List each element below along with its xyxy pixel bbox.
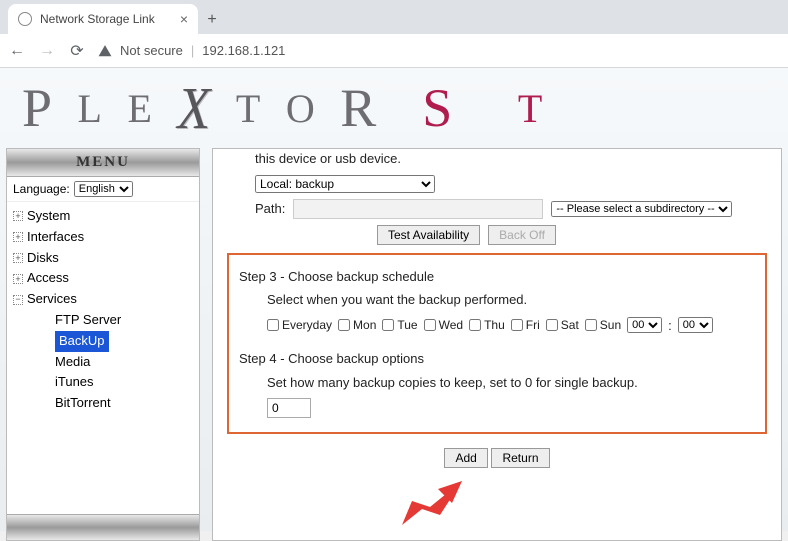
tab-title: Network Storage Link	[40, 12, 155, 26]
day-thu[interactable]: Thu	[469, 316, 505, 334]
sidebar-item-services[interactable]: −Services	[11, 289, 195, 310]
content-panel: this device or usb device. Local: backup…	[212, 148, 782, 541]
url-text: 192.168.1.121	[202, 43, 285, 58]
browser-tab[interactable]: Network Storage Link ×	[8, 4, 198, 34]
path-label: Path:	[255, 199, 285, 219]
step3-desc: Select when you want the backup performe…	[239, 290, 755, 310]
copies-input[interactable]	[267, 398, 311, 418]
path-input[interactable]	[293, 199, 543, 219]
return-button[interactable]: Return	[491, 448, 549, 468]
sidebar-item-access[interactable]: +Access	[11, 268, 195, 289]
not-secure-icon	[98, 44, 112, 58]
day-sun[interactable]: Sun	[585, 316, 621, 334]
day-selector-row: Everyday Mon Tue Wed Thu Fri Sat Sun 00 …	[239, 316, 755, 336]
sidebar-item-media[interactable]: Media	[39, 352, 195, 373]
minute-select[interactable]: 00	[678, 317, 713, 333]
source-select[interactable]: Local: backup	[255, 175, 435, 193]
sidebar-item-ftp[interactable]: FTP Server	[39, 310, 195, 331]
day-everyday[interactable]: Everyday	[267, 316, 332, 334]
day-sat[interactable]: Sat	[546, 316, 579, 334]
annotation-arrow-icon	[402, 481, 462, 525]
language-row: Language: English	[7, 177, 199, 202]
add-button[interactable]: Add	[444, 448, 487, 468]
time-sep: :	[668, 316, 672, 336]
day-tue[interactable]: Tue	[382, 316, 417, 334]
brand-logo: P L E X T O R S T	[0, 68, 788, 148]
sidebar: MENU Language: English +System +Interfac…	[6, 148, 200, 541]
menu-footer	[7, 514, 199, 540]
new-tab-button[interactable]: +	[198, 6, 226, 34]
language-select[interactable]: English	[74, 181, 133, 197]
close-icon[interactable]: ×	[180, 11, 188, 27]
top-text: this device or usb device.	[227, 149, 767, 169]
step4-desc: Set how many backup copies to keep, set …	[239, 373, 755, 393]
sidebar-item-backup[interactable]: BackUp	[39, 331, 195, 352]
highlighted-steps: Step 3 - Choose backup schedule Select w…	[227, 253, 767, 435]
globe-icon	[18, 12, 32, 26]
reload-icon[interactable]: ⟳	[68, 42, 86, 60]
sidebar-item-disks[interactable]: +Disks	[11, 248, 195, 269]
test-availability-button[interactable]: Test Availability	[377, 225, 480, 245]
subdir-select[interactable]: -- Please select a subdirectory --	[551, 201, 732, 217]
step4-title: Step 4 - Choose backup options	[239, 349, 755, 369]
menu-header: MENU	[7, 149, 199, 177]
hour-select[interactable]: 00	[627, 317, 662, 333]
address-bar[interactable]: Not secure | 192.168.1.121	[98, 43, 780, 58]
language-label: Language:	[13, 182, 70, 196]
day-fri[interactable]: Fri	[511, 316, 540, 334]
sidebar-item-bittorrent[interactable]: BitTorrent	[39, 393, 195, 414]
back-off-button[interactable]: Back Off	[488, 225, 556, 245]
not-secure-label: Not secure	[120, 43, 183, 58]
sidebar-item-interfaces[interactable]: +Interfaces	[11, 227, 195, 248]
step3-title: Step 3 - Choose backup schedule	[239, 267, 755, 287]
day-wed[interactable]: Wed	[424, 316, 463, 334]
day-mon[interactable]: Mon	[338, 316, 376, 334]
sidebar-item-system[interactable]: +System	[11, 206, 195, 227]
sidebar-item-itunes[interactable]: iTunes	[39, 372, 195, 393]
back-icon[interactable]: ←	[8, 42, 26, 60]
forward-icon[interactable]: →	[38, 42, 56, 60]
